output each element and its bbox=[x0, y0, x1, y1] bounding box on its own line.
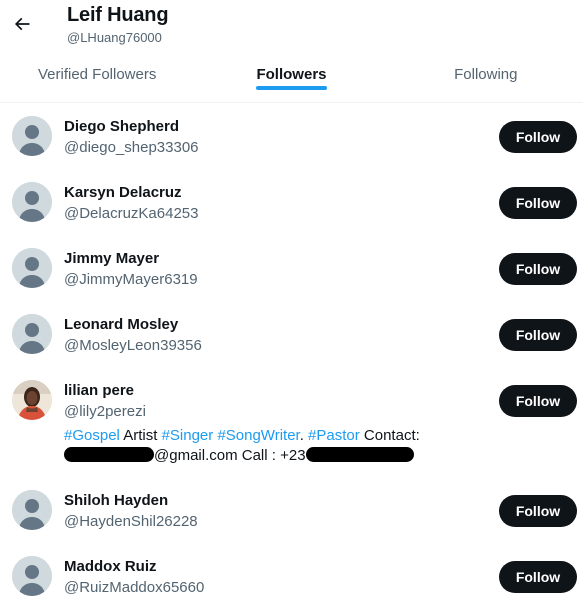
default-avatar-icon[interactable] bbox=[12, 182, 52, 222]
tab-following[interactable]: Following bbox=[389, 56, 583, 102]
bio-text: Artist bbox=[119, 427, 162, 444]
list-item[interactable]: Karsyn Delacruz @DelacruzKa64253 Follow bbox=[0, 169, 583, 235]
default-avatar-icon[interactable] bbox=[12, 556, 52, 596]
user-handle: @RuizMaddox65660 bbox=[64, 579, 205, 596]
tab-label: Following bbox=[454, 65, 518, 83]
user-handle: @DelacruzKa64253 bbox=[64, 205, 199, 222]
active-tab-indicator bbox=[256, 85, 327, 90]
list-item[interactable]: Shiloh Hayden @HaydenShil26228 Follow bbox=[0, 477, 583, 543]
user-name[interactable]: Karsyn Delacruz bbox=[64, 184, 182, 201]
user-name[interactable]: Diego Shepherd bbox=[64, 118, 179, 135]
list-item[interactable]: Maddox Ruiz @RuizMaddox65660 Follow bbox=[0, 543, 583, 609]
user-handle: @JimmyMayer6319 bbox=[64, 271, 198, 288]
hashtag-link[interactable]: #Pastor bbox=[308, 427, 360, 444]
default-avatar-icon[interactable] bbox=[12, 248, 52, 288]
follow-button[interactable]: Follow bbox=[499, 385, 577, 417]
bio-text: . bbox=[299, 427, 309, 444]
hashtag-link[interactable]: #SongWriter bbox=[217, 427, 299, 444]
follow-button[interactable]: Follow bbox=[499, 495, 577, 527]
follow-button[interactable]: Follow bbox=[499, 561, 577, 593]
tab-label: Followers bbox=[256, 65, 327, 90]
user-handle: @HaydenShil26228 bbox=[64, 513, 198, 530]
redaction-bar bbox=[305, 447, 414, 462]
user-name[interactable]: lilian pere bbox=[64, 382, 134, 399]
user-handle: @MosleyLeon39356 bbox=[64, 337, 202, 354]
user-bio: #Gospel Artist #Singer #SongWriter. #Pas… bbox=[64, 426, 484, 466]
follow-button[interactable]: Follow bbox=[499, 253, 577, 285]
follow-button[interactable]: Follow bbox=[499, 187, 577, 219]
back-button[interactable] bbox=[6, 8, 38, 40]
tab-bar: Verified Followers Followers Following bbox=[0, 56, 583, 103]
user-name[interactable]: Maddox Ruiz bbox=[64, 558, 157, 575]
user-name[interactable]: Jimmy Mayer bbox=[64, 250, 159, 267]
default-avatar-icon[interactable] bbox=[12, 116, 52, 156]
followers-list: Diego Shepherd @diego_shep33306 Follow K… bbox=[0, 103, 583, 609]
list-item[interactable]: Leonard Mosley @MosleyLeon39356 Follow bbox=[0, 301, 583, 367]
redaction-bar bbox=[64, 447, 154, 462]
bio-text: @gmail.com Call : +23 bbox=[154, 447, 306, 464]
list-item[interactable]: Diego Shepherd @diego_shep33306 Follow bbox=[0, 103, 583, 169]
user-name[interactable]: Shiloh Hayden bbox=[64, 492, 168, 509]
user-name[interactable]: Leonard Mosley bbox=[64, 316, 178, 333]
user-handle: @diego_shep33306 bbox=[64, 139, 199, 156]
followers-page: Leif Huang @LHuang76000 Verified Followe… bbox=[0, 0, 583, 614]
default-avatar-icon[interactable] bbox=[12, 490, 52, 530]
tab-followers[interactable]: Followers bbox=[194, 56, 388, 102]
page-header: Leif Huang @LHuang76000 bbox=[0, 0, 583, 56]
hashtag-link[interactable]: #Singer bbox=[162, 427, 214, 444]
follow-button[interactable]: Follow bbox=[499, 319, 577, 351]
user-handle: @lily2perezi bbox=[64, 403, 146, 420]
back-arrow-icon bbox=[14, 17, 30, 31]
profile-handle: @LHuang76000 bbox=[67, 30, 162, 45]
default-avatar-icon[interactable] bbox=[12, 314, 52, 354]
bio-text: Contact: bbox=[359, 427, 420, 444]
tab-label-text: Followers bbox=[256, 65, 327, 83]
photo-avatar[interactable] bbox=[12, 380, 52, 420]
tab-verified-followers[interactable]: Verified Followers bbox=[0, 56, 194, 102]
list-item[interactable]: Jimmy Mayer @JimmyMayer6319 Follow bbox=[0, 235, 583, 301]
follow-button[interactable]: Follow bbox=[499, 121, 577, 153]
hashtag-link[interactable]: #Gospel bbox=[64, 427, 120, 444]
tab-label: Verified Followers bbox=[37, 65, 157, 83]
profile-name: Leif Huang bbox=[67, 4, 169, 26]
list-item[interactable]: lilian pere @lily2perezi Follow #Gospel … bbox=[0, 367, 583, 477]
